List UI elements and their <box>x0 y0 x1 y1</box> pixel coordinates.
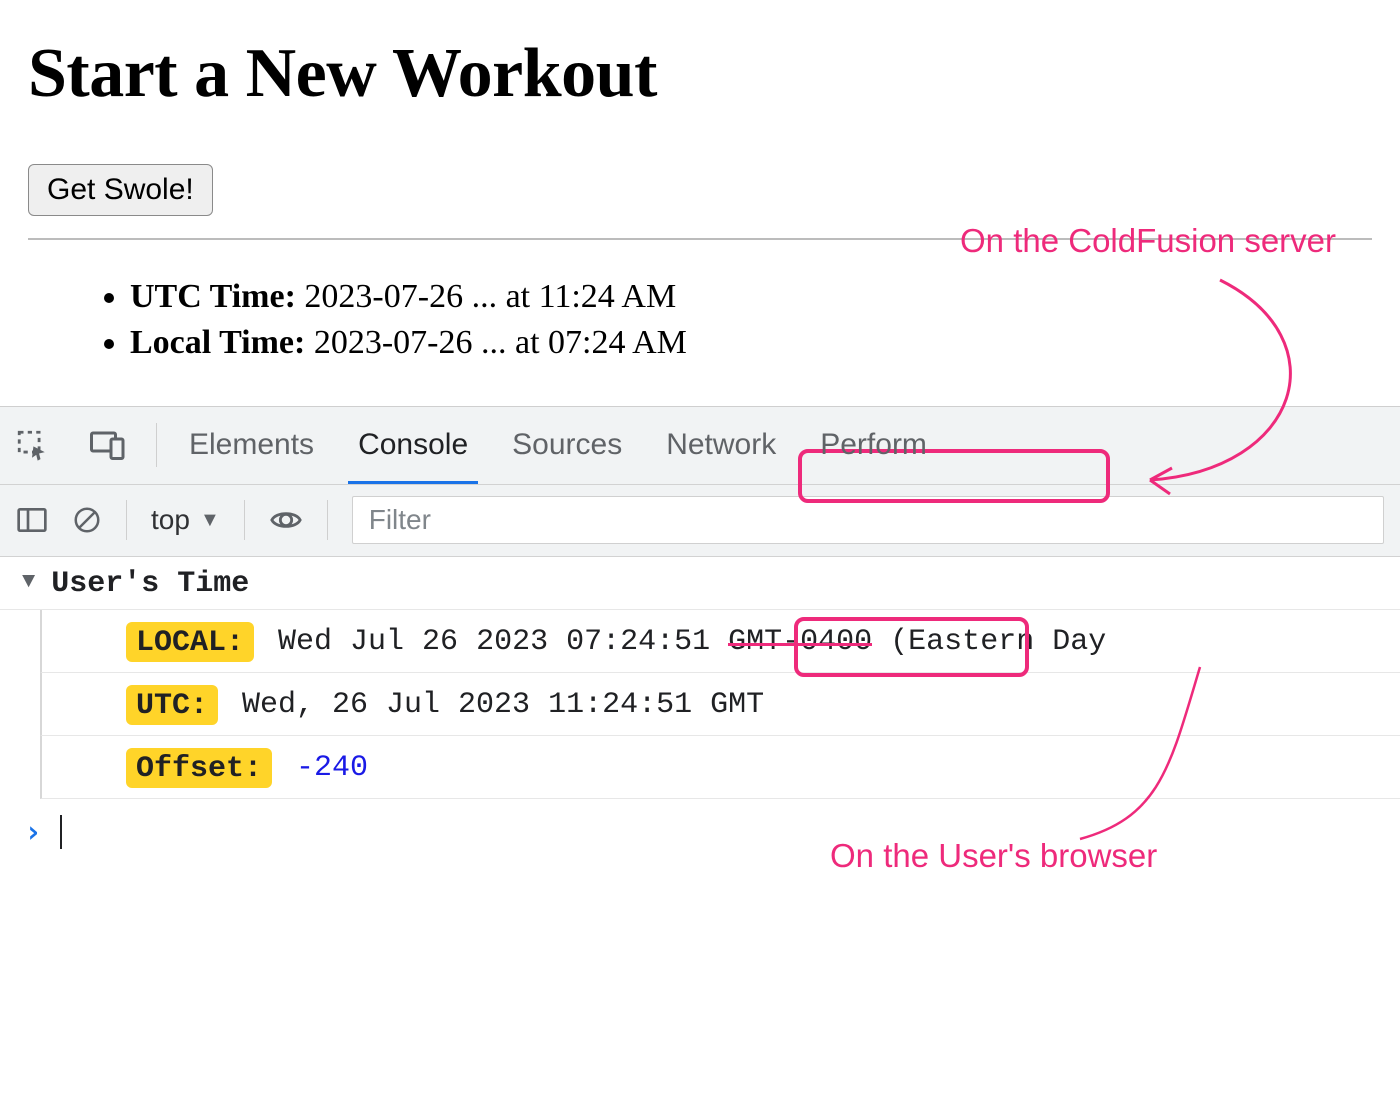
get-swole-button[interactable]: Get Swole! <box>28 164 213 216</box>
filter-input[interactable] <box>367 503 1369 537</box>
tag-utc: UTC: <box>126 685 218 725</box>
tab-elements[interactable]: Elements <box>183 407 320 485</box>
tab-network[interactable]: Network <box>660 407 782 485</box>
console-row-local: LOCAL: Wed Jul 26 2023 07:24:51 GMT-0400… <box>40 610 1400 673</box>
utc-time-value: 2023-07-26 ... at 11:24 AM <box>304 278 676 315</box>
divider <box>327 500 328 540</box>
chevron-down-icon: ▼ <box>200 509 220 532</box>
utc-time-row: UTC Time: 2023-07-26 ... at 11:24 AM <box>130 274 1372 320</box>
console-prompt[interactable]: › <box>0 799 1400 862</box>
local-tz-rest: (Eastern Day <box>872 625 1106 659</box>
console-group-title: User's Time <box>51 567 249 601</box>
filter-input-wrapper[interactable] <box>352 496 1384 544</box>
divider <box>126 500 127 540</box>
divider <box>156 423 157 467</box>
local-date: Wed Jul 26 2023 <box>278 625 548 659</box>
local-time-highlight: 07:24:51 <box>566 625 710 659</box>
page-title: Start a New Workout <box>28 34 1372 114</box>
console-row-utc: UTC: Wed, 26 Jul 2023 11:24:51 GMT <box>40 673 1400 736</box>
tag-local: LOCAL: <box>126 622 254 662</box>
utc-value: Wed, 26 Jul 2023 11:24:51 GMT <box>242 688 764 722</box>
utc-time-label: UTC Time: <box>130 278 296 315</box>
live-expression-icon[interactable] <box>269 508 303 532</box>
local-time-value-prefix: 2023-07-26 ... <box>314 324 515 361</box>
tag-offset: Offset: <box>126 748 272 788</box>
local-time-label: Local Time: <box>130 324 305 361</box>
inspect-icon[interactable] <box>10 428 54 462</box>
local-tz-strikethrough: GMT-0400 <box>728 625 872 659</box>
console-group-header[interactable]: ▼ User's Time <box>0 557 1400 610</box>
local-time-value-highlight: at 07:24 AM <box>515 324 687 361</box>
chevron-right-icon: › <box>24 815 42 850</box>
sidebar-toggle-icon[interactable] <box>16 506 48 534</box>
disclosure-triangle-icon[interactable]: ▼ <box>22 569 35 594</box>
annotation-server-text: On the ColdFusion server <box>960 222 1336 260</box>
tab-console[interactable]: Console <box>352 407 474 485</box>
divider <box>244 500 245 540</box>
devtools-tabs: Elements Console Sources Network Perform <box>0 407 1400 485</box>
local-time-row: Local Time: 2023-07-26 ... at 07:24 AM <box>130 320 1372 366</box>
offset-value: -240 <box>296 751 368 785</box>
tab-sources[interactable]: Sources <box>506 407 628 485</box>
times-list: UTC Time: 2023-07-26 ... at 11:24 AM Loc… <box>100 274 1372 366</box>
context-label: top <box>151 504 190 536</box>
annotation-browser-text: On the User's browser <box>830 837 1157 875</box>
text-caret <box>60 815 62 849</box>
context-selector[interactable]: top ▼ <box>151 504 220 536</box>
console-toolbar: top ▼ <box>0 485 1400 557</box>
clear-console-icon[interactable] <box>72 505 102 535</box>
tab-performance[interactable]: Perform <box>814 407 933 485</box>
console-row-offset: Offset: -240 <box>40 736 1400 799</box>
device-toggle-icon[interactable] <box>86 430 130 460</box>
